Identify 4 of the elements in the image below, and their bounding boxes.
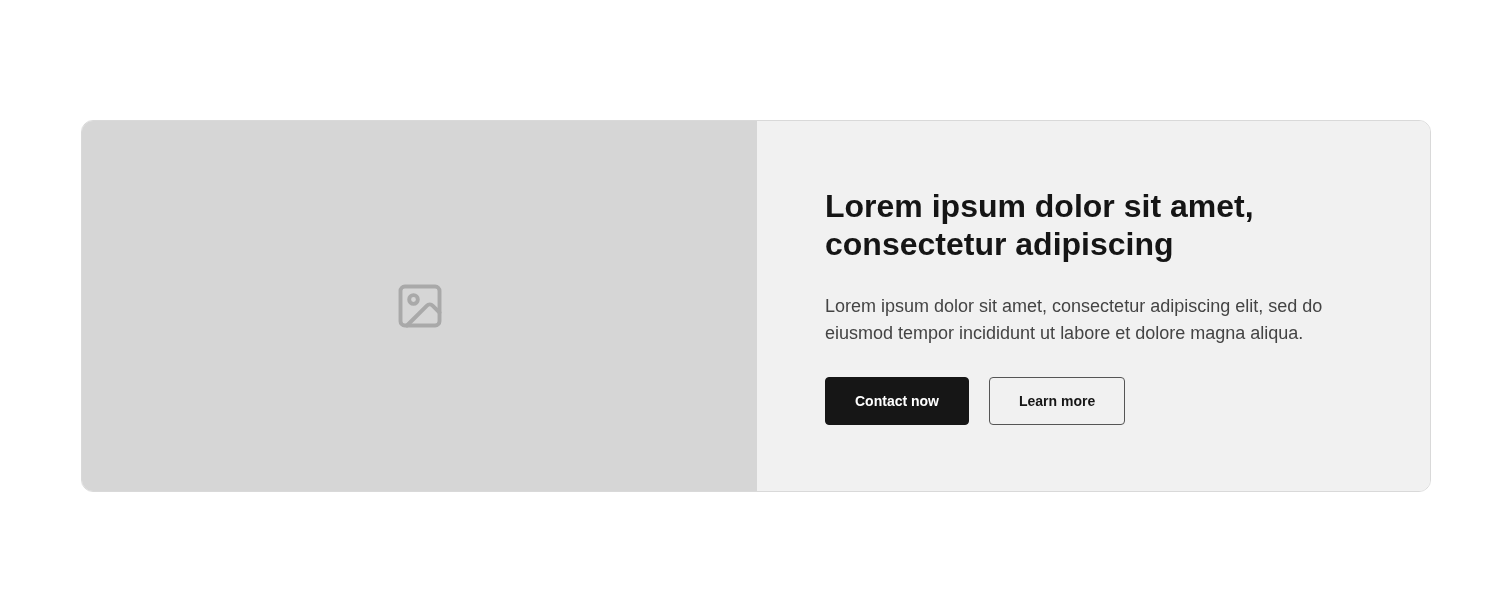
learn-more-button[interactable]: Learn more [989,377,1126,425]
hero-heading: Lorem ipsum dolor sit amet, consectetur adipiscing [825,187,1255,263]
hero-description: Lorem ipsum dolor sit amet, consectetur adipiscing elit, sed do eiusmod tempor incididunt ut labore et dolore magna aliqua. [825,295,1324,345]
contact-button[interactable]: Contact now [825,377,969,425]
